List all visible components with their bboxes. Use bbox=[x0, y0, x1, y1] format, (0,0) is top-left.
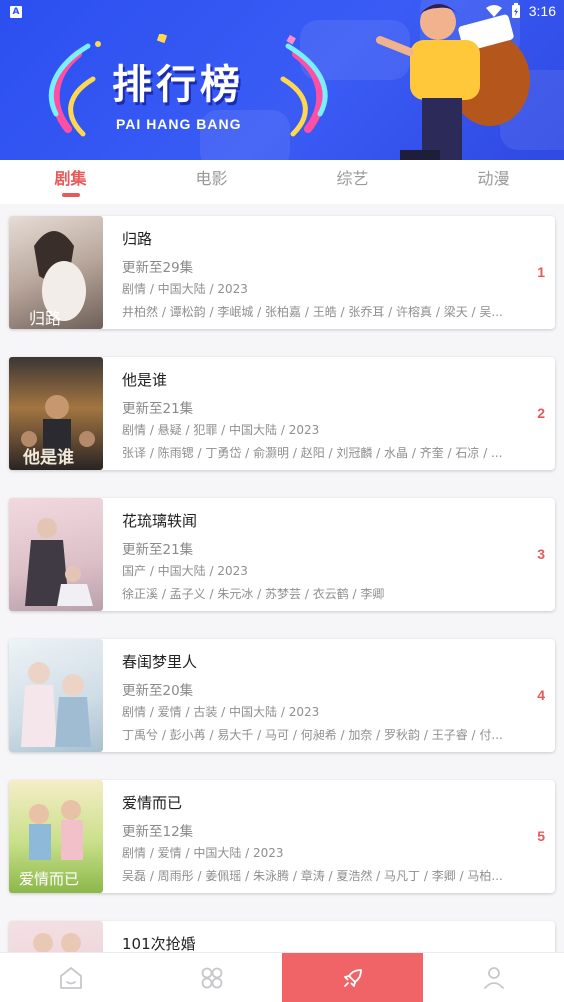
item-genre: 国产 / 中国大陆 / 2023 bbox=[122, 564, 248, 578]
list-item[interactable]: 花琉璃轶闻 更新至21集 国产 / 中国大陆 / 2023 徐正溪 / 孟子义 … bbox=[9, 498, 555, 611]
tab-series[interactable]: 剧集 bbox=[0, 160, 141, 204]
item-title: 归路 bbox=[122, 230, 153, 248]
item-update-status: 更新至21集 bbox=[122, 401, 194, 417]
poster-image: 归路 bbox=[9, 216, 103, 329]
status-right: 3:16 bbox=[485, 3, 556, 19]
banner-title-group: 排行榜 PAI HANG BANG bbox=[90, 52, 290, 142]
nav-profile[interactable] bbox=[423, 953, 564, 1002]
rank-number: 2 bbox=[537, 405, 545, 421]
nav-ranking[interactable] bbox=[282, 953, 423, 1002]
item-title: 花琉璃轶闻 bbox=[122, 512, 198, 530]
battery-icon bbox=[511, 3, 520, 18]
home-icon bbox=[59, 966, 82, 989]
app-notification-icon: A bbox=[10, 6, 22, 18]
bottom-navigation bbox=[0, 952, 564, 1002]
rank-number: 1 bbox=[537, 264, 545, 280]
rank-number: 4 bbox=[537, 687, 545, 703]
item-genre: 剧情 / 中国大陆 / 2023 bbox=[122, 282, 248, 296]
item-title: 101次抢婚 bbox=[122, 935, 196, 953]
item-update-status: 更新至12集 bbox=[122, 824, 194, 840]
wifi-icon bbox=[485, 5, 502, 17]
item-cast: 井柏然 / 谭松韵 / 李岷城 / 张柏嘉 / 王皓 / 张乔耳 / 许榕真 /… bbox=[122, 305, 503, 319]
item-cast: 张译 / 陈雨锶 / 丁勇岱 / 俞灏明 / 赵阳 / 刘冠麟 / 水晶 / 齐… bbox=[122, 446, 503, 460]
tab-anime[interactable]: 动漫 bbox=[423, 160, 564, 204]
poster-image: 爱情而已 bbox=[9, 780, 103, 893]
svg-text:他是谁: 他是谁 bbox=[22, 447, 74, 468]
category-tabs: 剧集 电影 综艺 动漫 bbox=[0, 160, 564, 204]
grid-icon bbox=[201, 967, 222, 988]
status-bar: A 3:16 bbox=[0, 0, 564, 26]
nav-categories[interactable] bbox=[141, 953, 282, 1002]
svg-text:归路: 归路 bbox=[29, 309, 61, 328]
list-item[interactable]: 春闺梦里人 更新至20集 剧情 / 爱情 / 古装 / 中国大陆 / 2023 … bbox=[9, 639, 555, 752]
rank-number: 5 bbox=[537, 828, 545, 844]
item-cast: 徐正溪 / 孟子义 / 朱元冰 / 苏梦芸 / 衣云鹤 / 李卿 bbox=[122, 587, 385, 601]
tab-movies[interactable]: 电影 bbox=[141, 160, 282, 204]
banner-title: 排行榜 bbox=[112, 62, 244, 108]
item-title: 爱情而已 bbox=[122, 794, 183, 812]
item-title: 春闺梦里人 bbox=[122, 653, 198, 671]
rank-number: 3 bbox=[537, 546, 545, 562]
banner-subtitle: PAI HANG BANG bbox=[116, 116, 242, 132]
item-update-status: 更新至29集 bbox=[122, 260, 194, 276]
status-time: 3:16 bbox=[528, 3, 556, 19]
poster-image: 他是谁 bbox=[9, 357, 103, 470]
list-item[interactable]: 归路 归路 更新至29集 剧情 / 中国大陆 / 2023 井柏然 / 谭松韵 … bbox=[9, 216, 555, 329]
list-item[interactable]: 爱情而已 爱情而已 更新至12集 剧情 / 爱情 / 中国大陆 / 2023 吴… bbox=[9, 780, 555, 893]
user-icon bbox=[483, 966, 504, 989]
item-update-status: 更新至21集 bbox=[122, 542, 194, 558]
rocket-icon bbox=[343, 968, 362, 987]
poster-image bbox=[9, 498, 103, 611]
list-item[interactable]: 他是谁 他是谁 更新至21集 剧情 / 悬疑 / 犯罪 / 中国大陆 / 202… bbox=[9, 357, 555, 470]
tab-variety[interactable]: 综艺 bbox=[282, 160, 423, 204]
item-genre: 剧情 / 爱情 / 古装 / 中国大陆 / 2023 bbox=[122, 705, 320, 719]
nav-home[interactable] bbox=[0, 953, 141, 1002]
item-cast: 丁禹兮 / 彭小苒 / 易大千 / 马可 / 何昶希 / 加奈 / 罗秋韵 / … bbox=[122, 728, 503, 742]
item-genre: 剧情 / 悬疑 / 犯罪 / 中国大陆 / 2023 bbox=[122, 423, 320, 437]
item-genre: 剧情 / 爱情 / 中国大陆 / 2023 bbox=[122, 846, 284, 860]
ranking-banner: 排行榜 PAI HANG BANG A 3:16 bbox=[0, 0, 564, 160]
poster-image bbox=[9, 639, 103, 752]
item-update-status: 更新至20集 bbox=[122, 683, 194, 699]
item-cast: 吴磊 / 周雨彤 / 姜佩瑶 / 朱泳腾 / 章涛 / 夏浩然 / 马凡丁 / … bbox=[122, 869, 503, 883]
svg-text:爱情而已: 爱情而已 bbox=[19, 870, 79, 888]
item-title: 他是谁 bbox=[122, 371, 168, 389]
ranking-screen: 排行榜 PAI HANG BANG A 3:16 剧集 电影 综艺 动漫 归路 … bbox=[0, 0, 564, 1002]
